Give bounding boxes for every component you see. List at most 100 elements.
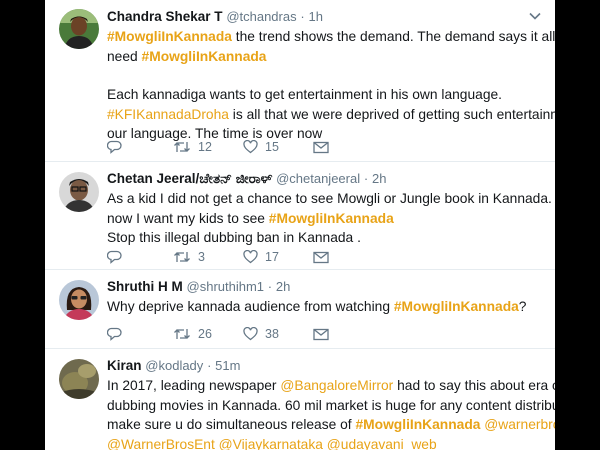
- tweet-content: Shruthi H M @shruthihm1 · 2h Why deprive…: [107, 278, 545, 317]
- like-count: 38: [265, 327, 279, 341]
- like-button[interactable]: 15: [243, 140, 313, 154]
- like-button[interactable]: 17: [243, 250, 313, 264]
- tweet-text-line: now I want my kids to see #MowgliInKanna…: [107, 209, 545, 229]
- message-button[interactable]: [313, 251, 329, 264]
- retweet-icon: [174, 142, 190, 152]
- hashtag-link[interactable]: #MowgliInKannada: [355, 417, 480, 432]
- envelope-icon: [313, 328, 329, 340]
- retweet-count: 26: [198, 327, 212, 341]
- tweet-header: Chetan Jeeral/ಚೇತನ್ ಜೀರಾಳ್ @chetanjeeral…: [107, 170, 545, 188]
- tweet-text-segment: need: [107, 48, 142, 64]
- tweet-text: In 2017, leading newspaper @BangaloreMir…: [107, 376, 555, 450]
- hashtag-link[interactable]: #MowgliInKannada: [107, 29, 232, 44]
- avatar[interactable]: [59, 172, 99, 212]
- author-handle[interactable]: @tchandras: [226, 9, 296, 24]
- tweet[interactable]: Kiran @kodlady · 51m In 2017, leading ne…: [45, 349, 555, 450]
- retweet-icon: [174, 329, 190, 339]
- tweet-text-line: make sure u do simultaneous release of #…: [107, 415, 555, 435]
- tweet-text-segment: dubbing movies in Kannada. 60 mil market…: [107, 397, 555, 413]
- author-name[interactable]: Shruthi H M: [107, 279, 183, 294]
- retweet-count: 3: [198, 250, 205, 264]
- tweet-timeline: Chandra Shekar T @tchandras · 1h #Mowgli…: [45, 0, 555, 450]
- envelope-icon: [313, 251, 329, 263]
- like-count: 15: [265, 140, 279, 154]
- author-handle[interactable]: @chetanjeeral: [276, 171, 360, 186]
- envelope-icon: [313, 141, 329, 153]
- tweet-header: Shruthi H M @shruthihm1 · 2h: [107, 278, 545, 296]
- tweet[interactable]: Chandra Shekar T @tchandras · 1h #Mowgli…: [45, 0, 555, 162]
- tweet-text-segment: As a kid I did not get a chance to see M…: [107, 191, 555, 206]
- tweet-text-line: As a kid I did not get a chance to see M…: [107, 189, 555, 209]
- tweet-text-line: Why deprive kannada audience from watchi…: [107, 297, 545, 317]
- tweet-content: Chetan Jeeral/ಚೇತನ್ ಜೀರಾಳ್ @chetanjeeral…: [107, 170, 555, 248]
- tweet-text-line: Each kannadiga wants to get entertainmen…: [107, 85, 545, 105]
- retweet-button[interactable]: 3: [173, 250, 243, 264]
- like-count: 17: [265, 250, 279, 264]
- separator-dot: ·: [300, 9, 305, 24]
- tweet-text-segment: In 2017, leading newspaper: [107, 378, 281, 393]
- retweet-button[interactable]: 12: [173, 140, 243, 154]
- reply-icon: [107, 140, 122, 154]
- tweet-text-segment: had to say this about era of: [393, 378, 555, 393]
- tweet-actions: 12 15: [107, 138, 329, 156]
- tweet-header: Kiran @kodlady · 51m: [107, 357, 545, 375]
- mention-link[interactable]: @BangaloreMirror: [280, 378, 393, 393]
- separator-dot: ·: [363, 171, 369, 186]
- mention-link[interactable]: @warnerbrosindia: [484, 417, 555, 432]
- tweet-content: Chandra Shekar T @tchandras · 1h #Mowgli…: [107, 8, 555, 144]
- timestamp[interactable]: 51m: [215, 358, 240, 373]
- author-handle[interactable]: @kodlady: [145, 358, 203, 373]
- tweet-text-segment: the trend shows the demand. The demand s…: [231, 29, 555, 44]
- tweet-text-segment: ?: [518, 299, 527, 314]
- tweet-text-line: Stop this illegal dubbing ban in Kannada…: [107, 228, 545, 248]
- retweet-count: 12: [198, 140, 212, 154]
- mention-link[interactable]: @WarnerBrosEnt: [107, 437, 215, 450]
- tweet-text-line: #MowgliInKannada the trend shows the dem…: [107, 27, 555, 47]
- tweet-text: #MowgliInKannada the trend shows the dem…: [107, 27, 555, 144]
- tweet-text-segment: make sure u do simultaneous release of: [107, 417, 356, 432]
- hashtag-link[interactable]: #MowgliInKannada: [142, 49, 267, 64]
- reply-button[interactable]: [107, 140, 173, 154]
- mention-link[interactable]: @Vijaykarnataka: [219, 437, 323, 450]
- heart-icon: [243, 250, 258, 264]
- tweet-text-segment: now I want my kids to see: [107, 210, 269, 226]
- retweet-icon: [174, 252, 190, 262]
- message-button[interactable]: [313, 141, 329, 154]
- tweet-text-line: [107, 66, 545, 85]
- hashtag-link[interactable]: #MowgliInKannada: [269, 211, 394, 226]
- author-name[interactable]: Kiran: [107, 358, 142, 373]
- avatar[interactable]: [59, 359, 99, 399]
- reply-button[interactable]: [107, 250, 173, 264]
- hashtag-link[interactable]: #MowgliInKannada: [394, 299, 519, 314]
- author-handle[interactable]: @shruthihm1: [187, 279, 265, 294]
- tweet-text: As a kid I did not get a chance to see M…: [107, 189, 555, 248]
- avatar[interactable]: [59, 9, 99, 49]
- chevron-down-icon[interactable]: [527, 8, 543, 24]
- tweet-actions: 3 17: [107, 248, 329, 266]
- tweet-text-segment: Stop this illegal dubbing ban in Kannada…: [107, 230, 361, 245]
- avatar[interactable]: [59, 280, 99, 320]
- like-button[interactable]: 38: [243, 327, 313, 341]
- timestamp[interactable]: 2h: [276, 279, 290, 294]
- timestamp[interactable]: 1h: [308, 9, 322, 24]
- author-name[interactable]: Chetan Jeeral/ಚೇತನ್ ಜೀರಾಳ್: [107, 171, 272, 186]
- tweet-text-segment: Why deprive kannada audience from watchi…: [107, 299, 394, 314]
- tweet-text-segment: is all that we were deprived of getting …: [232, 106, 555, 122]
- heart-icon: [243, 327, 258, 341]
- tweet-text-segment: Each kannadiga wants to get entertainmen…: [107, 87, 503, 102]
- reply-button[interactable]: [107, 327, 173, 341]
- tweet[interactable]: Chetan Jeeral/ಚೇತನ್ ಜೀರಾಳ್ @chetanjeeral…: [45, 162, 555, 270]
- author-name[interactable]: Chandra Shekar T: [107, 9, 223, 24]
- message-button[interactable]: [313, 328, 329, 341]
- tweet-text-line: dubbing movies in Kannada. 60 mil market…: [107, 396, 555, 416]
- tweet[interactable]: Shruthi H M @shruthihm1 · 2h Why deprive…: [45, 270, 555, 349]
- tweet-header: Chandra Shekar T @tchandras · 1h: [107, 8, 545, 26]
- timestamp[interactable]: 2h: [372, 171, 386, 186]
- tweet-content: Kiran @kodlady · 51m In 2017, leading ne…: [107, 357, 555, 450]
- tweet-text: Why deprive kannada audience from watchi…: [107, 297, 545, 317]
- mention-link[interactable]: @udayavani_web: [327, 437, 437, 450]
- separator-dot: ·: [267, 279, 273, 294]
- reply-icon: [107, 327, 122, 341]
- mention-link[interactable]: #KFIKannadaDroha: [107, 107, 229, 122]
- retweet-button[interactable]: 26: [173, 327, 243, 341]
